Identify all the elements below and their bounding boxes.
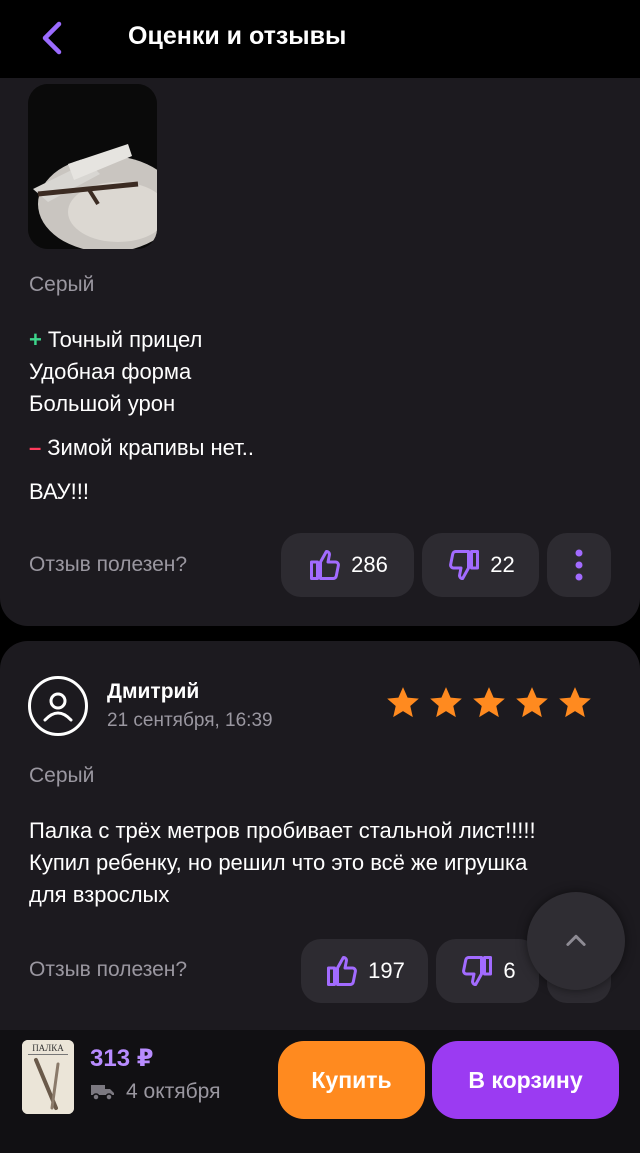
thumbs-down-icon [449,550,480,580]
pros-item: Большой урон [29,391,176,416]
review-text: Палка с трёх метров пробивает стальной л… [29,818,536,907]
thumbs-down-icon [462,956,493,986]
star-icon [473,687,505,718]
helpful-label: Отзыв полезен? [29,553,188,576]
delivery-info: 4 октября [90,1080,220,1104]
cons-text: – Зимой крапивы нет.. [29,435,255,460]
star-icon [430,687,462,718]
buy-button[interactable]: Купить [278,1041,425,1119]
review-date: 21 сентября, 16:39 [107,710,273,731]
dislike-count: 6 [503,958,516,983]
variant-label: Серый [29,273,95,296]
comment-text: ВАУ!!! [29,479,89,504]
thumb-label: ПАЛКА [32,1043,64,1053]
like-count: 286 [351,552,388,577]
review-photo[interactable] [28,84,157,249]
thumbs-up-icon [327,956,357,986]
like-count: 197 [368,958,405,983]
author-name: Дмитрий [107,680,200,703]
dislike-count: 22 [490,552,515,577]
dislike-button[interactable]: 22 [422,533,539,597]
thumbs-up-icon [310,550,340,580]
pros-item: + Точный прицел [29,327,203,352]
avatar [28,676,88,736]
minus-sign: – [29,435,42,460]
plus-sign: + [29,327,42,352]
chevron-up-icon [566,934,586,946]
like-button[interactable]: 197 [301,939,428,1003]
more-vertical-icon [575,549,583,581]
like-button[interactable]: 286 [281,533,414,597]
rating-stars [384,684,594,722]
pros-item: Удобная форма [29,359,192,384]
more-button[interactable] [547,533,611,597]
product-thumbnail[interactable]: ПАЛКА [22,1040,74,1114]
delivery-date: 4 октября [126,1080,221,1103]
helpful-label: Отзыв полезен? [29,958,188,981]
product-price: 313 ₽ [90,1045,154,1072]
page-title: Оценки и отзывы [128,22,347,50]
variant-label: Серый [29,764,95,787]
star-icon [559,687,591,718]
scroll-to-top-button[interactable] [527,892,625,990]
user-icon [43,692,73,722]
star-icon [516,687,548,718]
dislike-button[interactable]: 6 [436,939,539,1003]
add-to-cart-button[interactable]: В корзину [432,1041,619,1119]
star-icon [387,687,419,718]
back-button[interactable] [30,16,74,60]
pros-list: + Точный прицел Удобная форма Большой уро… [29,324,202,420]
header: Оценки и отзывы [0,0,640,78]
chevron-left-icon [42,21,62,55]
truck-icon [91,1085,114,1101]
